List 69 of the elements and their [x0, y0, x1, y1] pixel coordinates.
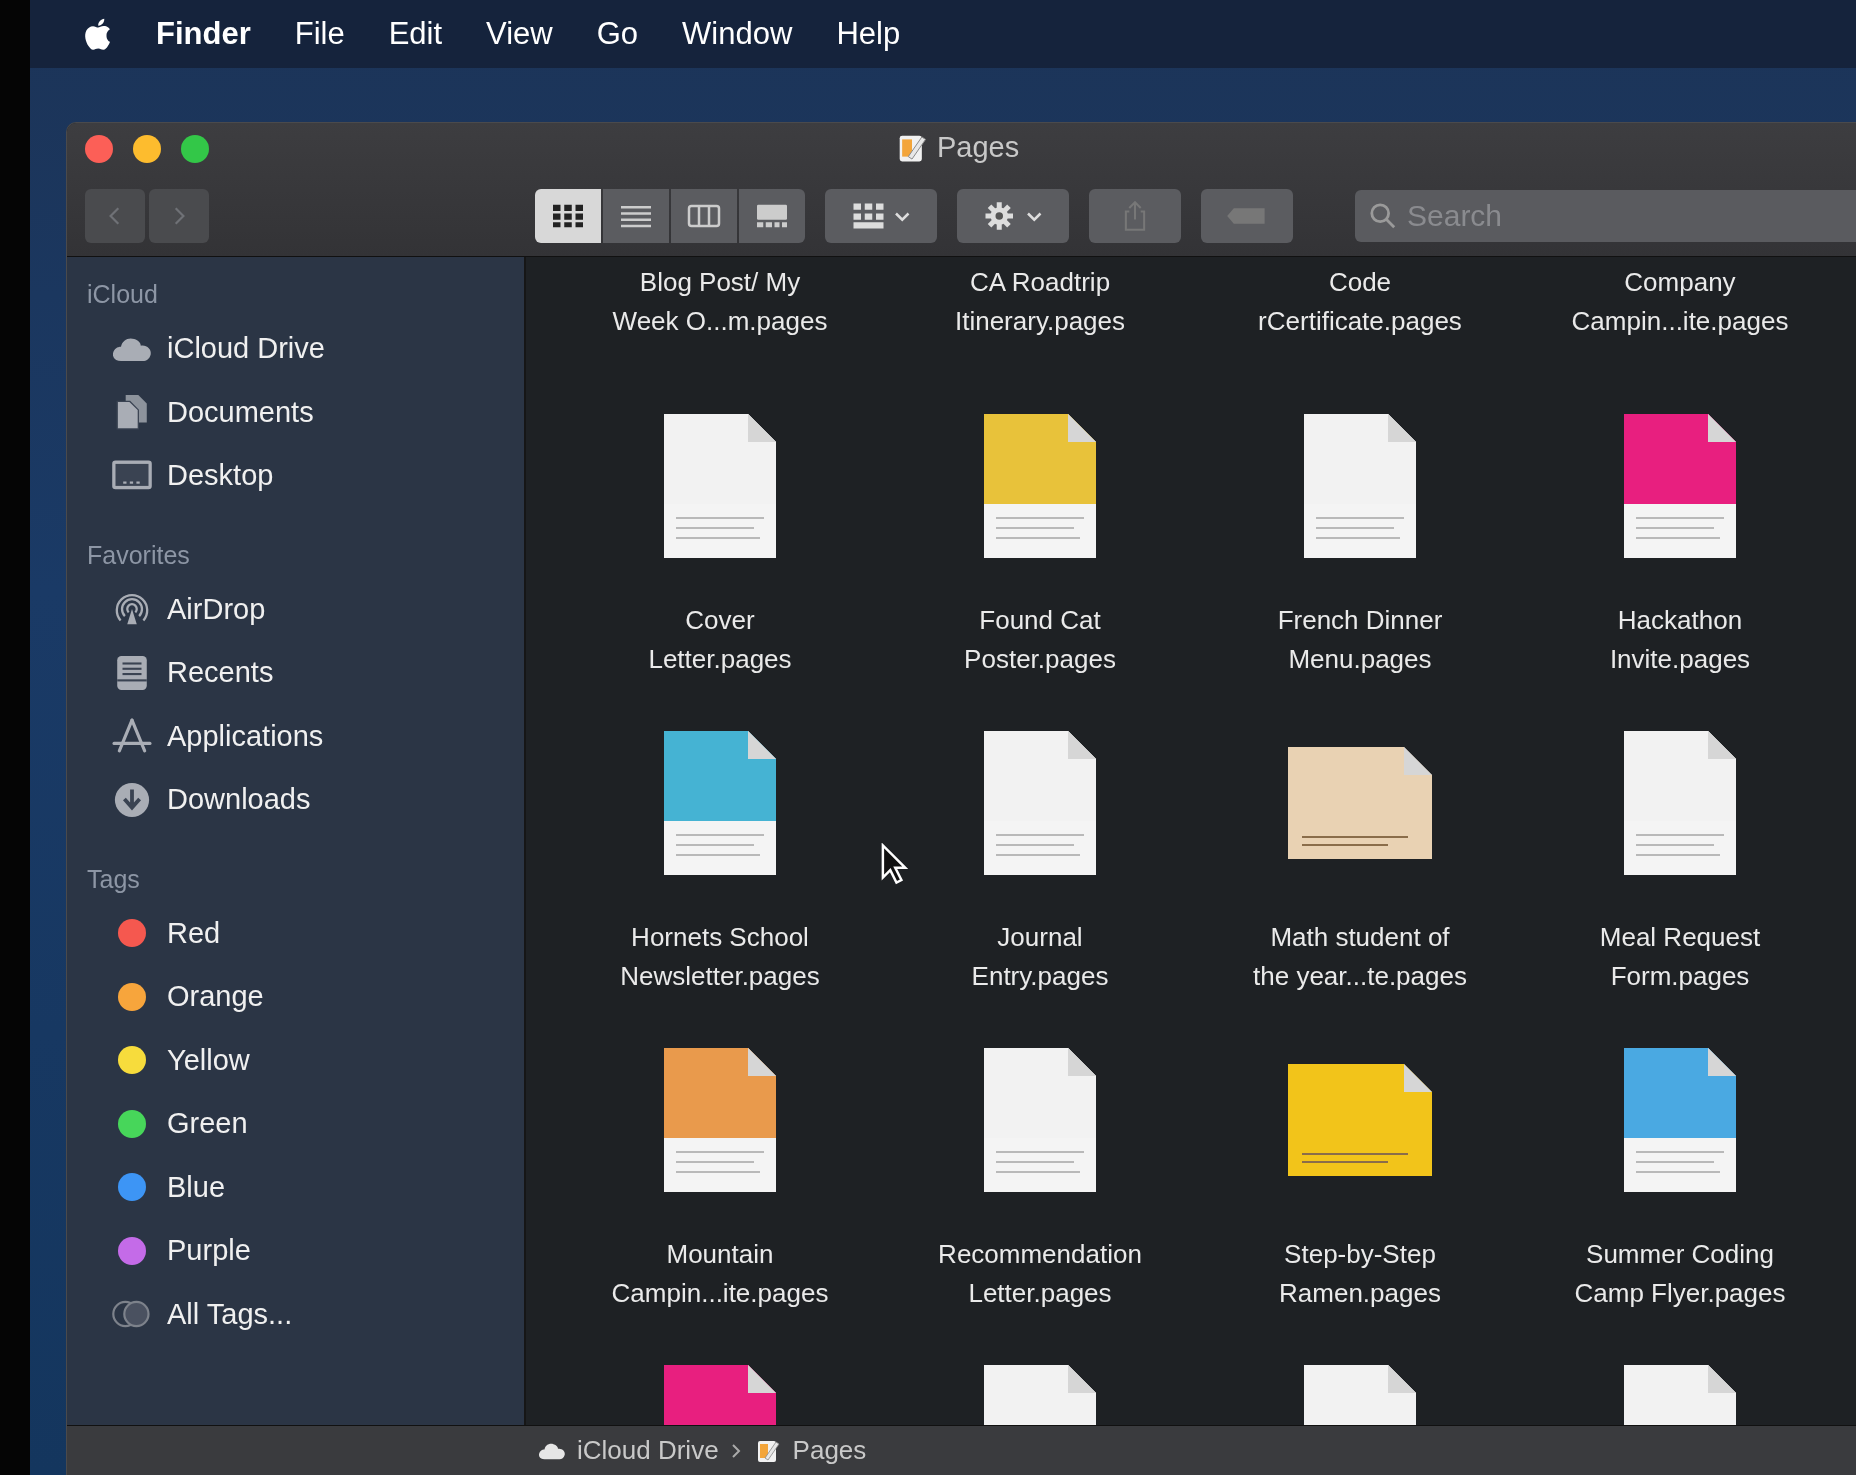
minimize-button[interactable] [133, 135, 161, 163]
sidebar-section-title: Tags [86, 863, 140, 895]
file-name[interactable]: Step-by-Step Ramen.pages [1275, 1235, 1445, 1313]
sidebar-item[interactable]: iCloud Drive [67, 317, 524, 381]
apple-logo-icon[interactable] [82, 16, 112, 52]
sidebar-item[interactable]: Orange [67, 965, 524, 1029]
sidebar-section-title: iCloud [86, 279, 158, 310]
menu-item[interactable]: View [486, 16, 553, 52]
sidebar-item[interactable]: AirDrop [67, 577, 524, 641]
document-thumbnail[interactable] [1288, 1064, 1432, 1176]
path-label[interactable]: Pages [792, 1435, 867, 1466]
menu-item[interactable]: Edit [388, 16, 443, 52]
file-name[interactable]: French Dinner Menu.pages [1273, 601, 1447, 679]
document-thumbnail[interactable] [1304, 414, 1416, 558]
sidebar-item[interactable]: Downloads [67, 768, 524, 832]
sidebar-item[interactable]: Recents [67, 641, 524, 705]
menu-item[interactable]: Help [836, 16, 901, 52]
menu-item[interactable]: Go [596, 16, 639, 52]
document-thumbnail[interactable] [984, 414, 1096, 558]
menu-item[interactable]: File [294, 16, 345, 52]
file-name[interactable]: Math student of the year...te.pages [1249, 918, 1471, 996]
menu-item[interactable]: Window [682, 16, 793, 52]
file-name[interactable]: Journal Entry.pages [967, 918, 1113, 996]
close-button[interactable] [85, 135, 113, 163]
chevron-icon [730, 1442, 741, 1459]
window-title: Pages [937, 131, 1020, 164]
file-name[interactable]: Cover Letter.pages [644, 601, 796, 679]
tag-button[interactable] [1201, 188, 1293, 243]
group-button[interactable] [825, 188, 937, 243]
sidebar-item[interactable]: Yellow [67, 1028, 524, 1092]
menu-item[interactable]: Finder [156, 16, 251, 52]
sidebar-item[interactable]: All Tags... [67, 1282, 524, 1346]
path-label[interactable]: iCloud Drive [577, 1435, 719, 1466]
file-name[interactable]: Hornets School Newsletter.pages [616, 918, 824, 996]
sidebar-item[interactable]: Applications [67, 704, 524, 768]
document-thumbnail[interactable] [1624, 1048, 1736, 1192]
document-thumbnail[interactable] [1624, 414, 1736, 558]
file-name[interactable]: Mountain Campin...ite.pages [607, 1235, 833, 1313]
icons-view-button[interactable] [535, 188, 601, 243]
file-name[interactable]: Blog Post/ My Week O...m.pages [608, 263, 832, 341]
document-thumbnail[interactable] [984, 731, 1096, 875]
document-thumbnail[interactable] [664, 414, 776, 558]
sidebar-item[interactable]: Blue [67, 1155, 524, 1219]
columns-view-button[interactable] [671, 188, 737, 243]
document-thumbnail[interactable] [664, 731, 776, 875]
document-thumbnail[interactable] [1624, 731, 1736, 875]
sidebar-item[interactable]: Green [67, 1092, 524, 1156]
file-name[interactable]: Summer Coding Camp Flyer.pages [1570, 1235, 1790, 1313]
file-name[interactable]: Hackathon Invite.pages [1605, 601, 1755, 679]
gallery-view-button[interactable] [739, 188, 805, 243]
list-view-button[interactable] [603, 188, 669, 243]
sidebar-item[interactable]: Desktop [67, 444, 524, 508]
file-name[interactable]: Recommendation Letter.pages [934, 1235, 1146, 1313]
document-thumbnail[interactable] [984, 1048, 1096, 1192]
file-name[interactable]: Company Campin...ite.pages [1567, 263, 1793, 341]
gear-button[interactable] [957, 188, 1069, 243]
sidebar-section-title: Favorites [86, 539, 190, 571]
sidebar-item[interactable]: Purple [67, 1219, 524, 1283]
mouse-pointer-icon [880, 843, 908, 885]
zoom-button[interactable] [181, 135, 209, 163]
file-name[interactable]: CA Roadtrip Itinerary.pages [950, 263, 1130, 341]
file-name[interactable]: Code rCertificate.pages [1254, 263, 1466, 341]
share-button[interactable] [1089, 188, 1181, 243]
document-thumbnail[interactable] [1288, 747, 1432, 859]
file-name[interactable]: Found Cat Poster.pages [960, 601, 1120, 679]
document-thumbnail[interactable] [664, 1048, 776, 1192]
file-name[interactable]: Meal Request Form.pages [1595, 918, 1765, 996]
sidebar-item[interactable]: Red [67, 901, 524, 965]
sidebar-item[interactable]: Documents [67, 380, 524, 444]
